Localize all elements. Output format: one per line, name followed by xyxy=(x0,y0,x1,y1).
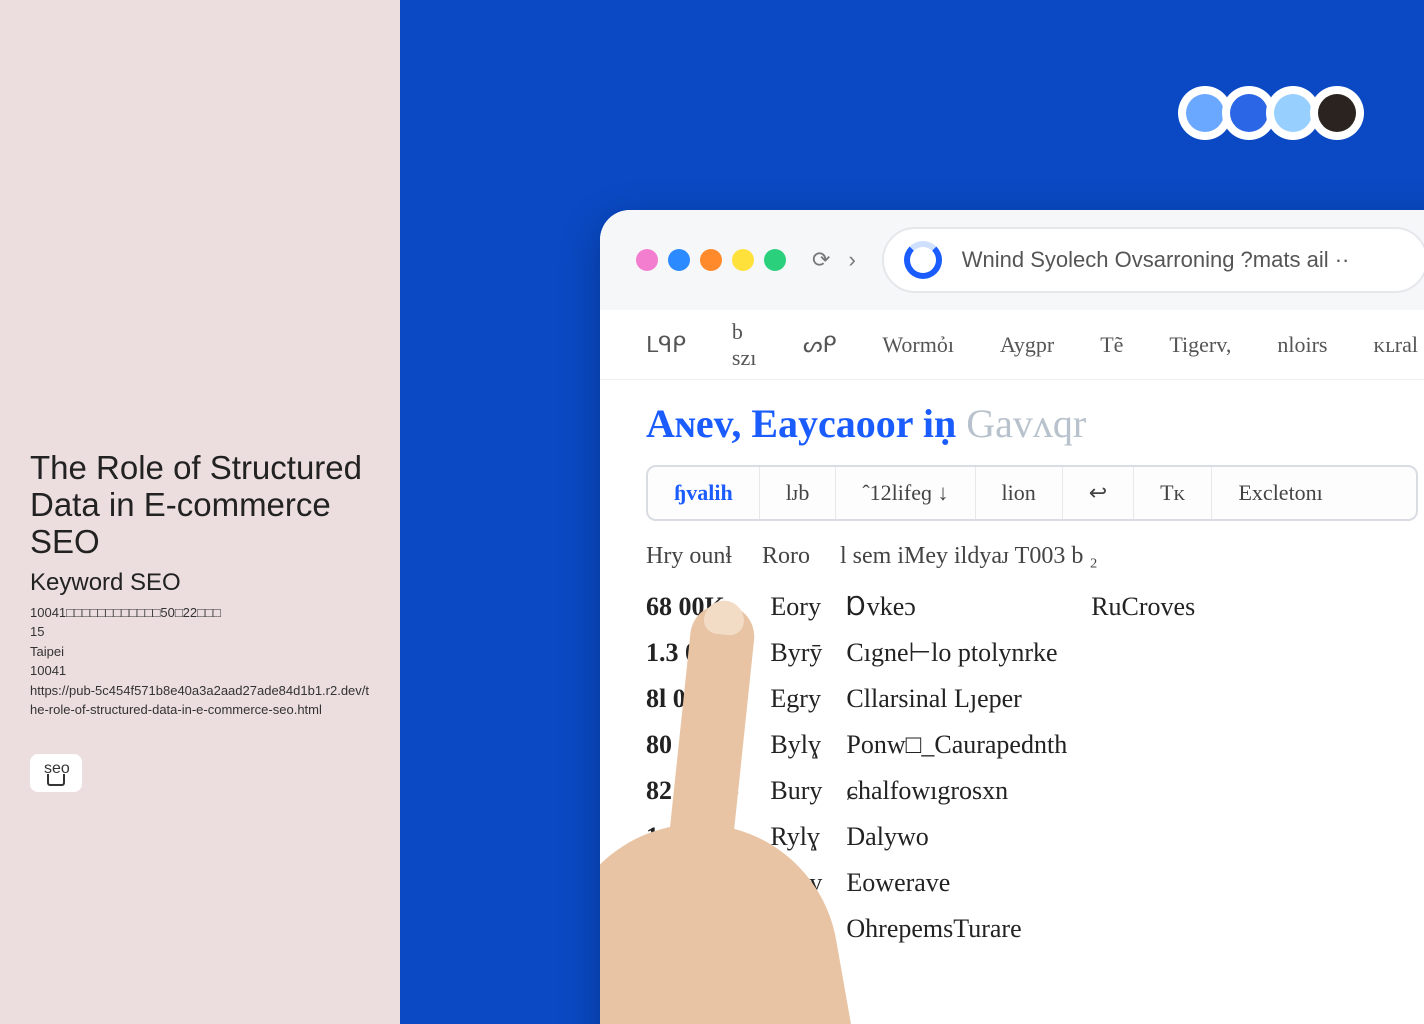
label-cell: Eowerave xyxy=(846,860,1091,906)
label-cell: ɕhalfowıgrosxn xyxy=(846,768,1091,814)
page-subtitle: Keyword SEO xyxy=(30,569,370,597)
table-header-cell: Hry ounɬ xyxy=(646,543,732,570)
browser-chrome: ⟳ › Wnind Syolech Ovsarroning ?mats ail … xyxy=(600,210,1424,310)
metric-cell: 68 00K xyxy=(646,584,770,630)
traffic-light-pink-icon[interactable] xyxy=(636,249,658,271)
bookmark-item[interactable]: b sᴢı xyxy=(732,319,757,371)
metric-cell: 80 00K xyxy=(646,906,770,952)
page-title: The Role of Structured Data in E-commerc… xyxy=(30,450,370,561)
label-cell xyxy=(846,952,1091,998)
meta-line-2: 15 xyxy=(30,622,370,642)
code-cell: Eory xyxy=(770,584,846,630)
metric-cell: 1.7 004 xyxy=(646,814,770,860)
code-cell: Byrȳ xyxy=(770,630,846,676)
bookmark-item[interactable]: Aygpr xyxy=(1000,332,1054,358)
table-row[interactable]: 1.7 004RylɣDalywo xyxy=(646,814,1219,860)
headline-main: Aɴev, Eaycaoor iṇ xyxy=(646,401,956,446)
bookmark-item[interactable]: ᔕᑭ xyxy=(803,332,836,358)
metric-cell: 3.2 00K xyxy=(646,860,770,906)
filter-item[interactable]: lion xyxy=(976,467,1063,519)
label-cell: Ɒvkeɔ xyxy=(846,584,1091,630)
window-traffic-lights xyxy=(636,249,786,271)
filter-item[interactable]: ɧvalih xyxy=(648,467,760,519)
code-cell: Egry xyxy=(770,676,846,722)
logo-circle-icon xyxy=(1310,86,1364,140)
metric-cell: 1.3 00K xyxy=(646,630,770,676)
label-cell: Cllarsinal Lȷeper xyxy=(846,676,1091,722)
table-header: Hry ounɬ Roro l sem iMey ildyaᴊ T003 b ₂ xyxy=(646,543,1418,570)
filter-toolbar: ɧvalih lᴊb ˆ12lifeɡ ↓ lion ↩ Tᴋ Excleton… xyxy=(646,465,1418,521)
label-cell: OhrepemsTurare xyxy=(846,906,1091,952)
code-cell: Nilv xyxy=(770,906,846,952)
table-header-cell: Roro xyxy=(762,543,810,570)
table-row[interactable]: 80 00KBylɣPonw□_Caurapednth xyxy=(646,722,1219,768)
label-cell: Ponw□_Caurapednth xyxy=(846,722,1091,768)
table-row[interactable]: 1.3 00KByrȳCıgne⊢lo ptolynrke xyxy=(646,630,1219,676)
bookmark-bar: ᒪᑫᑭ b sᴢı ᔕᑭ Wormỏı Aygpr Tẽ Tigerv, nlo… xyxy=(600,310,1424,380)
results-table: 68 00KEoryⱰvkeɔRuCroves1.3 00KByrȳCıgne⊢… xyxy=(646,584,1219,998)
table-row[interactable]: 8ᴇ 00K xyxy=(646,952,1219,998)
loading-spinner-icon xyxy=(904,241,942,279)
metric-cell: 8ᴇ 00K xyxy=(646,952,770,998)
bookmark-item[interactable]: ᒪᑫᑭ xyxy=(646,332,686,358)
address-bar[interactable]: Wnind Syolech Ovsarroning ?mats ail ·· xyxy=(882,227,1424,293)
bookmark-item[interactable]: nloirs xyxy=(1277,332,1327,358)
page-content: Aɴev, Eaycaoor iṇ Gavʌqr ɧvalih lᴊb ˆ12l… xyxy=(600,380,1424,1018)
table-row[interactable]: 82 00KBuryɕhalfowıgrosxn xyxy=(646,768,1219,814)
meta-line-4: 10041 xyxy=(30,661,370,681)
meta-line-1: 10041□□□□□□□□□□□□50□22□□□ xyxy=(30,603,370,623)
seo-badge: seo xyxy=(30,754,82,792)
meta-url: https://pub-5c454f571b8e40a3a2aad27ade84… xyxy=(30,681,370,720)
meta-line-3: Taipei xyxy=(30,642,370,662)
refresh-icon[interactable]: ⟳ xyxy=(812,247,830,273)
table-row[interactable]: 68 00KEoryⱰvkeɔRuCroves xyxy=(646,584,1219,630)
traffic-light-yellow-icon[interactable] xyxy=(732,249,754,271)
forward-icon[interactable]: › xyxy=(848,247,855,273)
table-row[interactable]: 8l 00KEgryCllarsinal Lȷeper xyxy=(646,676,1219,722)
logo-row xyxy=(1188,86,1364,140)
traffic-light-orange-icon[interactable] xyxy=(700,249,722,271)
code-cell: Bory xyxy=(770,860,846,906)
hero-area: ⟳ › Wnind Syolech Ovsarroning ?mats ail … xyxy=(400,0,1424,1024)
code-cell: Rylɣ xyxy=(770,814,846,860)
results-headline: Aɴev, Eaycaoor iṇ Gavʌqr xyxy=(646,400,1418,447)
table-row[interactable]: 80 00KNilvOhrepemsTurare xyxy=(646,906,1219,952)
table-header-cell: l sem iMey ildyaᴊ T003 b ₂ xyxy=(840,543,1098,570)
traffic-light-blue-icon[interactable] xyxy=(668,249,690,271)
left-sidebar: The Role of Structured Data in E-commerc… xyxy=(0,0,400,1024)
code-cell xyxy=(770,952,846,998)
bookmark-item[interactable]: Tigerv, xyxy=(1169,332,1231,358)
extra-cell: RuCroves xyxy=(1091,584,1219,630)
traffic-light-green-icon[interactable] xyxy=(764,249,786,271)
metric-cell: 8l 00K xyxy=(646,676,770,722)
bookmark-item[interactable]: Wormỏı xyxy=(882,332,954,358)
metric-cell: 80 00K xyxy=(646,722,770,768)
filter-item[interactable]: Tᴋ xyxy=(1134,467,1212,519)
metric-cell: 82 00K xyxy=(646,768,770,814)
filter-item[interactable]: ↩ xyxy=(1063,467,1134,519)
bookmark-item[interactable]: ᴋʟral xyxy=(1373,332,1418,358)
label-cell: Cıgne⊢lo ptolynrke xyxy=(846,630,1091,676)
label-cell: Dalywo xyxy=(846,814,1091,860)
table-row[interactable]: 3.2 00KBoryEowerave xyxy=(646,860,1219,906)
filter-item[interactable]: Excletonı xyxy=(1212,467,1348,519)
bookmark-item[interactable]: Tẽ xyxy=(1100,332,1123,358)
headline-muted: Gavʌqr xyxy=(966,401,1086,446)
filter-item[interactable]: lᴊb xyxy=(760,467,837,519)
code-cell: Bylɣ xyxy=(770,722,846,768)
address-bar-text: Wnind Syolech Ovsarroning ?mats ail ·· xyxy=(962,247,1350,273)
filter-item[interactable]: ˆ12lifeɡ ↓ xyxy=(836,467,975,519)
browser-window: ⟳ › Wnind Syolech Ovsarroning ?mats ail … xyxy=(600,210,1424,1024)
code-cell: Bury xyxy=(770,768,846,814)
